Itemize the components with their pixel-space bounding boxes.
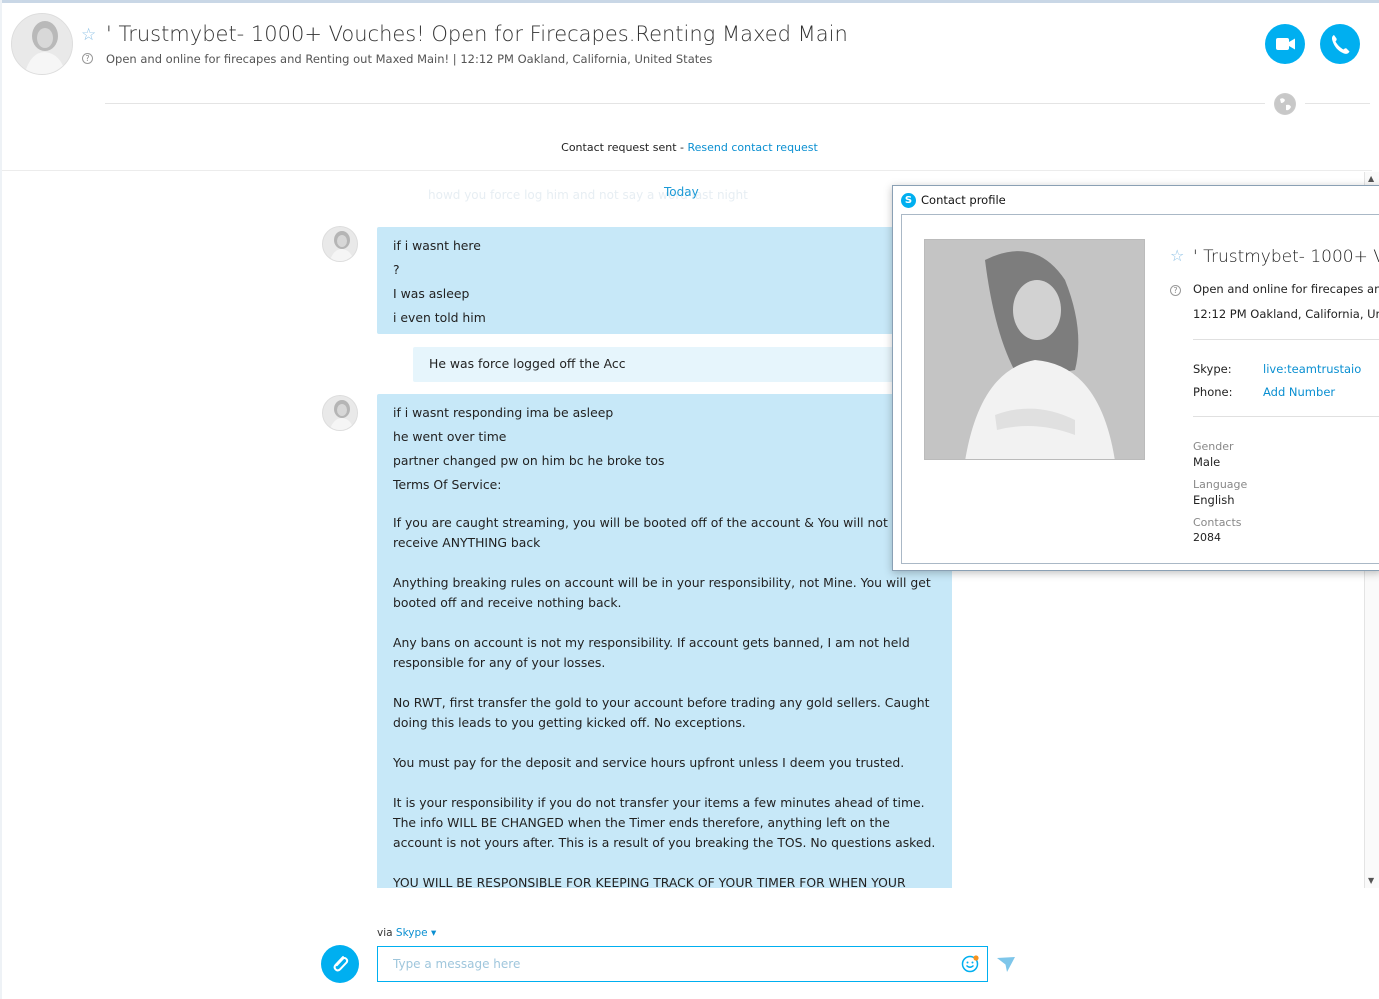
profile-photo[interactable] (924, 239, 1145, 460)
sender-avatar[interactable] (322, 226, 358, 262)
message-text: i even told him (393, 310, 486, 325)
via-service: Skype (395, 927, 428, 939)
skype-logo-icon: S (901, 193, 916, 208)
gender-value: Male (1193, 455, 1221, 469)
chevron-down-icon: ▾ (427, 927, 437, 939)
contacts-label: Contacts (1193, 516, 1242, 529)
attach-button[interactable] (321, 945, 359, 983)
scroll-up-arrow-icon[interactable]: ▲ (1368, 174, 1374, 183)
send-arrow-icon (997, 957, 1015, 972)
contact-request-text: Contact request sent - (561, 141, 688, 154)
message-scroll-clip: if i wasnt responding ima be asleep he w… (377, 394, 952, 888)
scroll-down-arrow-icon[interactable]: ▼ (1368, 876, 1374, 885)
profile-name: ' Trustmybet- 1000+ Vouches! Open for Fi… (1193, 247, 1379, 267)
gender-label: Gender (1193, 440, 1234, 453)
resend-contact-request-link[interactable]: Resend contact request (688, 141, 818, 154)
via-selector[interactable]: via Skype ▾ (377, 927, 436, 939)
phone-label: Phone: (1193, 385, 1233, 399)
profile-body: ☆ ' Trustmybet- 1000+ Vouches! Open for … (901, 214, 1379, 564)
popup-titlebar[interactable]: S Contact profile (893, 186, 1379, 214)
contact-request-banner: Contact request sent - Resend contact re… (0, 141, 1379, 154)
message-text: he went over time (393, 429, 507, 444)
send-button[interactable] (996, 955, 1016, 973)
date-divider: Today (664, 185, 699, 199)
message-text: if i wasnt responding ima be asleep (393, 405, 614, 420)
outgoing-message[interactable]: He was force logged off the Acc (413, 347, 952, 382)
message-text: Terms Of Service: (393, 477, 502, 492)
previous-message-faded: howd you force log him and not say a wor… (428, 188, 748, 202)
contact-profile-window[interactable]: S Contact profile ☆ ' Trustmybet- 1000+ … (892, 185, 1379, 571)
tos-paragraph: You must pay for the deposit and service… (393, 755, 905, 770)
phone-icon (1332, 35, 1350, 54)
tos-paragraph: If you are caught streaming, you will be… (393, 515, 892, 550)
language-label: Language (1193, 478, 1248, 491)
chat-area-divider (2, 170, 1372, 171)
tos-paragraph: Anything breaking rules on account will … (393, 575, 935, 610)
contact-avatar[interactable] (11, 13, 73, 75)
language-value: English (1193, 493, 1235, 507)
video-call-button[interactable] (1265, 24, 1305, 64)
emoticon-icon[interactable] (960, 954, 980, 974)
profile-mood: Open and online for firecapes and Rentin… (1193, 282, 1379, 296)
favorite-star-icon[interactable]: ☆ (1170, 247, 1184, 264)
message-input[interactable] (377, 946, 988, 982)
audio-call-button[interactable] (1320, 24, 1360, 64)
profile-location: 12:12 PM Oakland, California, United Sta… (1193, 307, 1379, 321)
message-text: if i wasnt here (393, 238, 481, 253)
paperclip-icon (333, 956, 349, 972)
globe-icon[interactable] (1274, 93, 1296, 115)
message-text: partner changed pw on him bc he broke to… (393, 453, 665, 468)
sender-avatar[interactable] (322, 395, 358, 431)
video-camera-icon (1276, 38, 1295, 50)
tos-paragraph: No RWT, first transfer the gold to your … (393, 695, 934, 730)
message-text: He was force logged off the Acc (429, 356, 626, 371)
contacts-value: 2084 (1193, 531, 1221, 544)
message-text: I was asleep (393, 286, 470, 301)
tos-paragraph: Any bans on account is not my responsibi… (393, 635, 914, 670)
header-divider (105, 103, 1265, 104)
window-top-border (0, 0, 1379, 3)
incoming-message-group[interactable]: if i wasnt here ? I was asleep i even to… (377, 227, 952, 334)
popup-title: Contact profile (921, 193, 1006, 207)
skype-label: Skype: (1193, 362, 1232, 376)
skype-id-link[interactable]: live:teamtrustaio (1263, 362, 1361, 376)
incoming-message-group[interactable]: if i wasnt responding ima be asleep he w… (377, 394, 952, 888)
conversation-mood: Open and online for firecapes and Rentin… (106, 52, 713, 66)
mood-info-icon: ? (82, 53, 93, 64)
tos-paragraph: It is your responsibility if you do not … (393, 795, 936, 850)
conversation-title: ' Trustmybet- 1000+ Vouches! Open for Fi… (106, 22, 848, 46)
via-label: via (377, 927, 396, 939)
mood-info-icon: ? (1170, 285, 1181, 296)
profile-divider (1193, 339, 1379, 340)
add-number-link[interactable]: Add Number (1263, 385, 1335, 399)
profile-divider (1193, 416, 1379, 417)
favorite-star-icon[interactable]: ☆ (81, 27, 96, 44)
message-text: ? (393, 262, 400, 277)
tos-paragraph: YOU WILL BE RESPONSIBLE FOR KEEPING TRAC… (393, 875, 906, 888)
header-divider-right (1305, 103, 1370, 104)
